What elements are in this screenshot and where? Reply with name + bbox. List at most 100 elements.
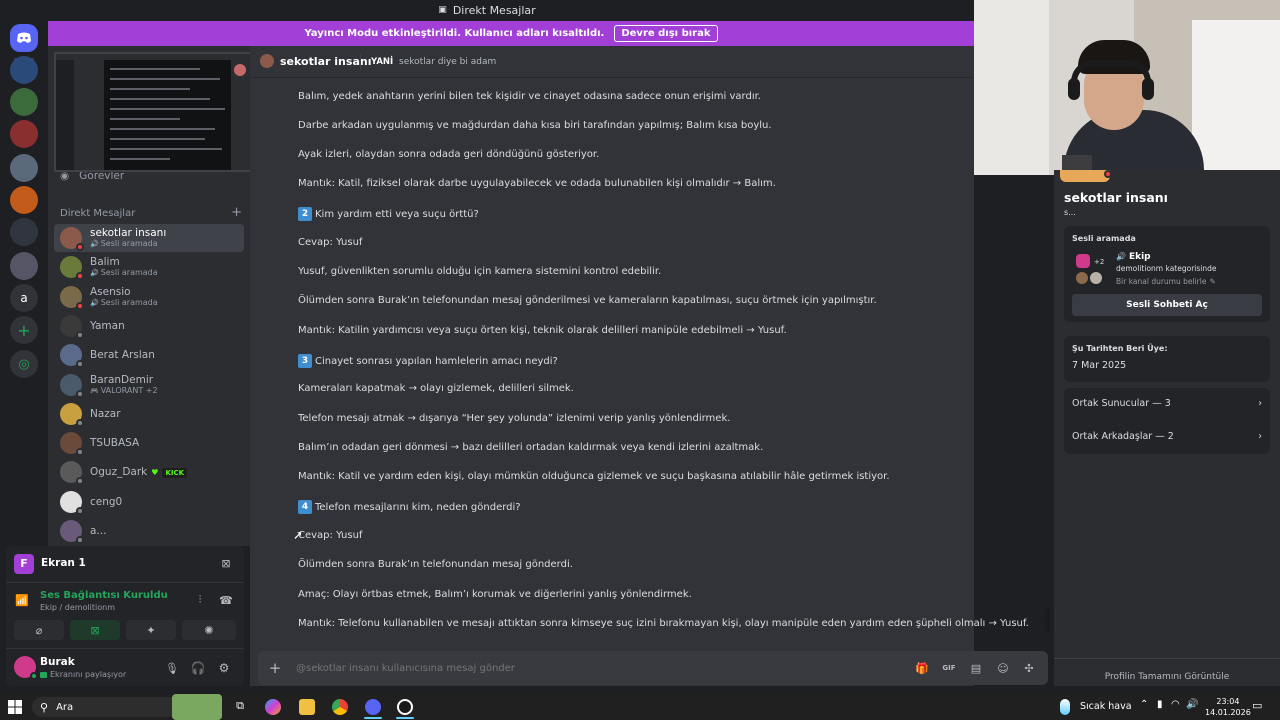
- search-icon: ⚲: [40, 700, 49, 714]
- server-icon[interactable]: [10, 120, 38, 148]
- activities-icon: ✦: [146, 623, 156, 637]
- obs-icon[interactable]: [397, 699, 413, 715]
- settings-gear-icon[interactable]: ⚙: [216, 660, 232, 676]
- message-line: Mantık: Katilin yardımcısı veya suçu ört…: [298, 325, 787, 336]
- file-explorer-icon[interactable]: [299, 699, 315, 715]
- activities-button[interactable]: ✦: [126, 620, 176, 640]
- stop-stream-icon[interactable]: ⊠: [218, 555, 234, 571]
- wifi-icon[interactable]: ◠: [1171, 699, 1180, 710]
- user-name[interactable]: Burak: [40, 656, 75, 668]
- chat-scrollbar[interactable]: [1045, 608, 1050, 632]
- screen-share-preview[interactable]: [54, 52, 267, 172]
- notifications-icon[interactable]: ▭: [1252, 699, 1262, 712]
- task-view-icon[interactable]: ⧉: [232, 699, 248, 715]
- weather-icon[interactable]: [1060, 699, 1070, 715]
- dm-item[interactable]: ceng0: [54, 488, 244, 516]
- disconnect-icon[interactable]: ☎: [218, 592, 234, 608]
- message-text: Cevap: Yusuf: [298, 237, 363, 248]
- voice-channel-row[interactable]: 🔊 Ekip: [1116, 252, 1151, 262]
- soundboard-button[interactable]: ✺: [182, 620, 236, 640]
- gift-icon[interactable]: 🎁: [914, 660, 930, 676]
- dm-name: ceng0: [90, 496, 122, 508]
- chrome-icon[interactable]: [332, 699, 348, 715]
- server-icon[interactable]: [10, 218, 38, 246]
- weather-text[interactable]: Sıcak hava: [1080, 701, 1132, 712]
- gif-icon[interactable]: GIF: [941, 660, 957, 676]
- dm-item[interactable]: Oguz_Dark ♥ KICK: [54, 458, 244, 486]
- view-full-profile-link[interactable]: Profilin Tamamını Görüntüle: [1054, 672, 1280, 682]
- dm-item[interactable]: Nazar: [54, 400, 244, 428]
- mutual-servers-row[interactable]: Ortak Sunucular — 3 ›: [1072, 398, 1262, 409]
- message-input[interactable]: [296, 659, 856, 677]
- chevron-right-icon: ›: [1258, 398, 1262, 409]
- screen-share-button[interactable]: ⊠: [70, 620, 120, 640]
- dm-avatar: [60, 432, 84, 457]
- message-line: Balım’ın odadan geri dönmesi → bazı deli…: [298, 442, 763, 453]
- message-line: Yusuf, güvenlikten sorumlu olduğu için k…: [298, 266, 661, 277]
- chat-tag-description: sekotlar diye bi adam: [399, 57, 497, 67]
- mutual-friends-row[interactable]: Ortak Arkadaşlar — 2 ›: [1072, 431, 1262, 442]
- add-server-icon[interactable]: +: [10, 316, 38, 344]
- open-voice-chat-button[interactable]: Sesli Sohbeti Aç: [1072, 294, 1262, 316]
- attach-plus-icon[interactable]: +: [266, 659, 284, 677]
- windows-start-icon[interactable]: [8, 700, 22, 714]
- dm-name-text: BaranDemir: [90, 373, 154, 386]
- server-icon[interactable]: [10, 56, 38, 84]
- volume-icon[interactable]: 🔊: [1186, 699, 1198, 710]
- speaker-icon: 🔊: [90, 298, 99, 307]
- usb-icon[interactable]: ▮: [1157, 699, 1163, 710]
- server-icon[interactable]: [10, 186, 38, 214]
- server-icon[interactable]: [10, 154, 38, 182]
- discord-home-icon[interactable]: [10, 24, 38, 52]
- voice-channel[interactable]: Ekip / demolitionm: [40, 603, 115, 612]
- server-icon[interactable]: [10, 88, 38, 116]
- dm-item[interactable]: sekotlar insanı 🔊 Sesli aramada: [54, 224, 244, 252]
- dm-name: TSUBASA: [90, 437, 139, 449]
- discord-taskbar-icon[interactable]: [365, 699, 381, 715]
- message-line: Ölümden sonra Burak’ın telefonundan mesa…: [298, 295, 877, 306]
- camera-off-button[interactable]: ⌀: [14, 620, 64, 640]
- dm-item[interactable]: BaranDemir 🎮 VALORANT +2: [54, 371, 244, 399]
- server-icon[interactable]: [10, 252, 38, 280]
- profile-avatar[interactable]: [1060, 170, 1110, 182]
- message-text: Ölümden sonra Burak’ın telefonundan mesa…: [298, 559, 573, 570]
- channel-status-row[interactable]: Bir kanal durumu belirle ✎: [1116, 277, 1216, 286]
- dm-item[interactable]: TSUBASA: [54, 429, 244, 457]
- dm-item[interactable]: Asensio 🔊 Sesli aramada: [54, 283, 244, 311]
- headphones-icon[interactable]: 🎧: [190, 660, 206, 676]
- date: 14.01.2026: [1205, 708, 1251, 717]
- heart-icon: ♥: [151, 467, 159, 477]
- server-icon[interactable]: a: [10, 284, 38, 312]
- message-text: Darbe arkadan uygulanmış ve mağdurdan da…: [298, 120, 772, 131]
- apps-icon[interactable]: ✣: [1021, 660, 1037, 676]
- dm-avatar: [60, 227, 84, 251]
- voice-call-card: Sesli aramada +2 🔊 Ekip demolitionm kateg…: [1064, 226, 1270, 322]
- voice-channel-name: Ekip: [1128, 252, 1151, 262]
- disable-streamer-mode-button[interactable]: Devre dışı bırak: [614, 25, 718, 42]
- dm-name: BaranDemir: [90, 374, 158, 386]
- message-line: 4 Telefon mesajlarını kim, neden gönderdi…: [298, 500, 521, 514]
- emoji-icon[interactable]: ☺: [995, 660, 1011, 676]
- channel-status: Bir kanal durumu belirle: [1116, 277, 1207, 286]
- message-text: Balım, yedek anahtarın yerini bilen tek …: [298, 91, 761, 102]
- voice-plus: +2: [1094, 258, 1105, 266]
- dm-name: Balim: [90, 256, 158, 268]
- sticker-icon[interactable]: ▤: [968, 660, 984, 676]
- clock[interactable]: 23:04 14.01.2026: [1205, 696, 1251, 718]
- user-avatar[interactable]: [14, 656, 38, 680]
- soundboard-icon: ✺: [204, 623, 214, 637]
- add-dm-button[interactable]: +: [231, 206, 242, 219]
- voice-status[interactable]: Ses Bağlantısı Kuruldu: [40, 590, 168, 601]
- connection-signal-icon[interactable]: 📶: [14, 592, 30, 608]
- tray-chevron-icon[interactable]: ⌃: [1140, 699, 1148, 710]
- microphone-icon[interactable]: 🎙: [164, 660, 180, 676]
- dm-item[interactable]: Berat Arslan: [54, 341, 244, 369]
- number-emoji: 3: [298, 354, 312, 368]
- dm-item[interactable]: a...: [54, 517, 244, 545]
- explore-icon[interactable]: ◎: [10, 350, 38, 378]
- noise-suppression-icon[interactable]: ⫶: [192, 592, 208, 608]
- dm-item[interactable]: Yaman: [54, 312, 244, 340]
- camera-off-icon: ⌀: [35, 623, 43, 637]
- copilot-icon[interactable]: [265, 699, 281, 715]
- dm-item[interactable]: Balim 🔊 Sesli aramada: [54, 253, 244, 281]
